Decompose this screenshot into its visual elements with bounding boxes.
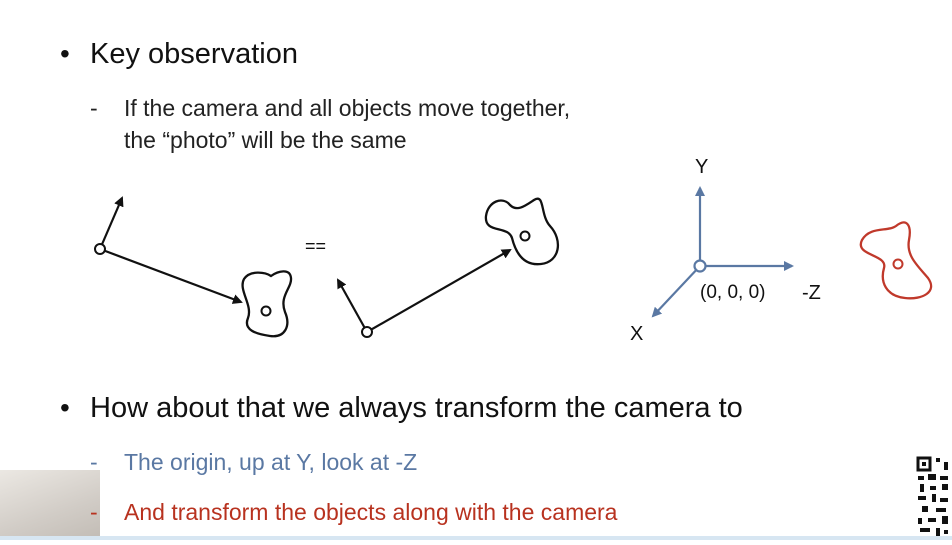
bullet-transform-camera: • How about that we always transform the… bbox=[60, 392, 743, 425]
sub-bullet-marker: - bbox=[90, 499, 98, 525]
bullet-text: How about that we always transform the c… bbox=[90, 392, 743, 424]
sub-bullet-origin: - The origin, up at Y, look at -Z bbox=[90, 446, 418, 478]
axis-x-label: X bbox=[630, 323, 644, 345]
axis-y-label: Y bbox=[695, 156, 709, 178]
equals-sign: == bbox=[305, 236, 327, 256]
slide: • Key observation - If the camera and al… bbox=[0, 0, 952, 540]
sub-bullet-text: And transform the objects along with the… bbox=[124, 499, 618, 525]
sub-bullet-text: The origin, up at Y, look at -Z bbox=[124, 449, 418, 475]
object-red-icon bbox=[859, 221, 933, 300]
bullet-marker: • bbox=[60, 392, 70, 423]
sub-bullet-transform-objects: - And transform the objects along with t… bbox=[90, 496, 618, 528]
bottom-bar bbox=[0, 536, 952, 540]
camera-right-icon bbox=[337, 249, 512, 338]
axis-z-label: -Z bbox=[802, 282, 821, 304]
camera-left-icon bbox=[94, 196, 243, 304]
object-left-icon bbox=[241, 270, 293, 338]
origin-label: (0, 0, 0) bbox=[700, 282, 766, 303]
qr-code-icon bbox=[916, 456, 952, 540]
video-overlay-thumbnail bbox=[0, 470, 100, 540]
object-right-icon bbox=[484, 197, 560, 266]
